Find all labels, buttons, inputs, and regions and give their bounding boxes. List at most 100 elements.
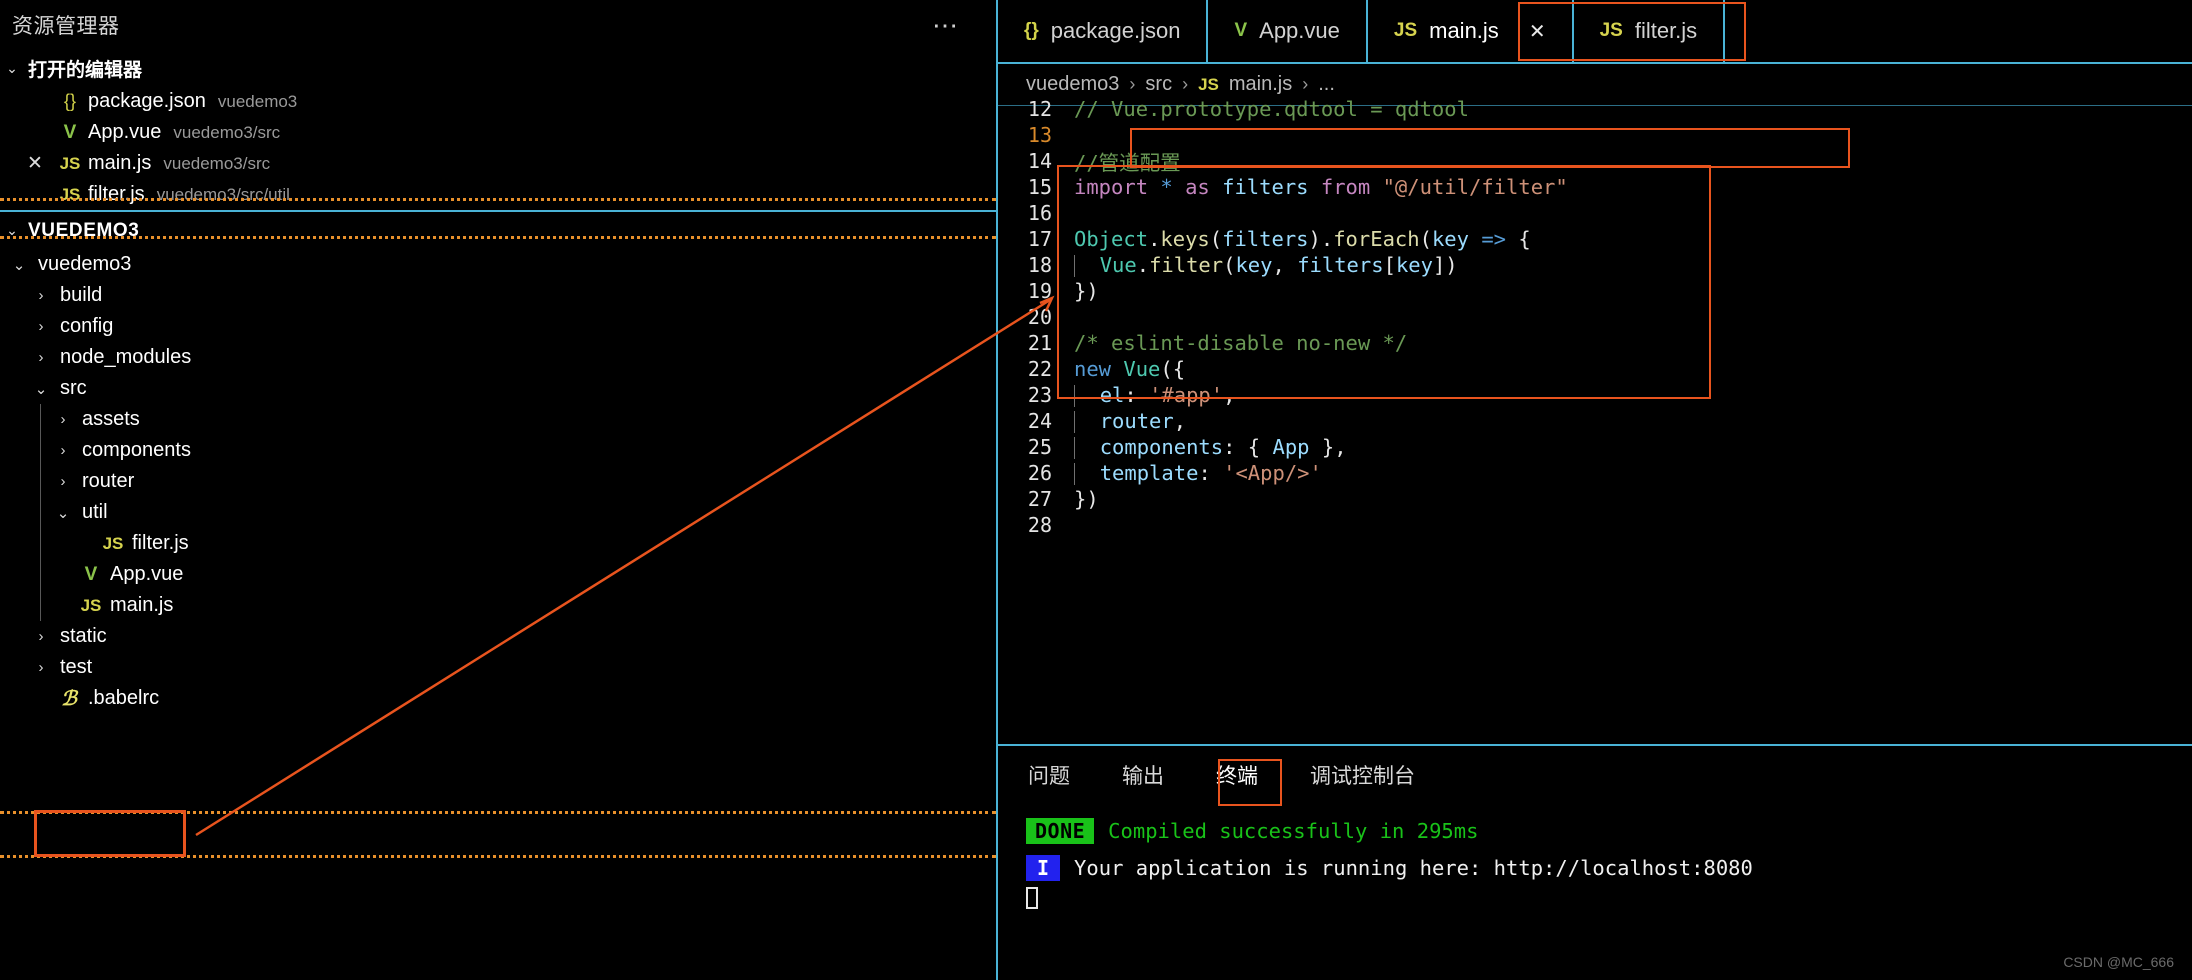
chevron-right-icon[interactable]: › [30,287,52,304]
ellipsis-icon[interactable]: ⋯ [922,12,970,38]
code-line-text: }) [1074,487,1099,511]
breadcrumb-file[interactable]: main.js [1229,73,1292,96]
tree-arrow-placeholder [30,690,52,707]
chevron-right-icon[interactable]: › [52,473,74,490]
code-line-text: import * as filters from "@/util/filter" [1074,175,1568,199]
tree-item-config[interactable]: › config [0,311,996,342]
open-editor-filename: filter.js [88,183,145,205]
code-line: 19}) [998,278,2192,304]
breadcrumb-folder[interactable]: src [1145,73,1172,96]
code-token: => [1481,227,1507,251]
code-token: el [1099,383,1125,407]
close-icon-placeholder [18,91,52,113]
tree-item-label: build [60,284,103,306]
code-line: 25 components: { App }, [998,434,2192,460]
explorer-actions: ⋯ [922,12,970,38]
tree-item-node-modules[interactable]: › node_modules [0,342,996,373]
workspace-name: VUEDEMO3 [28,219,140,241]
code-token: }, [1309,435,1347,459]
indent-guide [40,528,41,559]
panel-tab-调试控制台[interactable]: 调试控制台 [1308,756,1417,794]
open-editor-item[interactable]: {} package.json vuedemo3 [0,86,996,117]
editor-tab-App-vue[interactable]: V App.vue [1208,0,1368,62]
tree-item-main-js[interactable]: JS main.js [0,590,996,621]
terminal-output[interactable]: DONE Compiled successfully in 295ms I Yo… [998,804,2192,909]
code-line: 18 Vue.filter(key, filters[key]) [998,252,2192,278]
indent-guide [40,435,41,466]
chevron-right-icon[interactable]: › [30,659,52,676]
code-line: 20 [998,304,2192,330]
tree-item-label: static [60,625,107,647]
code-editor[interactable]: 12 // Vue.prototype.qdtool = qdtool 13 14 //… [998,96,2192,744]
terminal-prompt-line [1026,887,2192,909]
panel-tab-终端[interactable]: 终端 [1214,756,1260,794]
line-number: 12 [1027,97,1052,121]
code-line: 22 new Vue({ [998,356,2192,382]
chevron-down-icon: ⌄ [6,222,18,238]
chevron-down-icon[interactable]: ⌄ [30,380,52,398]
line-number: 17 [1027,227,1052,251]
workspace-root-header[interactable]: ⌄ VUEDEMO3 [0,212,996,249]
tree-item-router[interactable]: › router [0,466,996,497]
chevron-down-icon[interactable]: ⌄ [8,256,30,274]
line-number: 27 [1027,487,1052,511]
tree-item-static[interactable]: › static [0,621,996,652]
tree-item-vuedemo3[interactable]: ⌄ vuedemo3 [0,249,996,280]
code-line: 14 //管道配置 [998,148,2192,175]
chevron-right-icon[interactable]: › [52,442,74,459]
code-line-text: template: '<App/>' [1074,461,1322,485]
breadcrumb-root[interactable]: vuedemo3 [1026,73,1119,96]
vue-file-icon: V [1234,20,1248,41]
code-token: * [1160,175,1173,199]
tree-item-label: vuedemo3 [38,253,132,275]
explorer-title-bar: 资源管理器 ⋯ [0,0,996,50]
explorer-sidebar: 资源管理器 ⋯ ⌄ 打开的编辑器 {} package.json vuedemo3 … [0,0,996,980]
editor-tab-main-js[interactable]: JS main.js ✕ [1367,0,1574,62]
code-line: 28 [998,512,2192,538]
tree-item-label: components [82,439,191,461]
tree-item-assets[interactable]: › assets [0,404,996,435]
code-token: : { [1223,435,1273,459]
chevron-right-icon[interactable]: › [52,411,74,428]
tree-item--babelrc[interactable]: ℬ .babelrc [0,683,996,714]
open-editor-item[interactable]: ✕ JS main.js vuedemo3/src [0,148,996,179]
chevron-right-icon[interactable]: › [30,349,52,366]
code-token: , [1173,409,1187,433]
tree-item-label: util [82,501,108,523]
chevron-down-icon: ⌄ [6,59,18,76]
chevron-right-icon[interactable]: › [30,318,52,335]
panel-tab-问题[interactable]: 问题 [1026,756,1072,794]
tree-item-label: config [60,315,114,337]
close-icon[interactable]: ✕ [18,152,52,175]
chevron-right-icon[interactable]: › [30,628,52,645]
code-token: new [1074,357,1112,381]
tree-item-label: assets [82,408,140,430]
terminal-line-info: I Your application is running here: http… [1026,848,2192,888]
js-file-icon: JS [59,153,81,173]
chevron-right-icon: › [1302,74,1309,94]
js-file-icon: JS [80,595,102,615]
code-token: '#app' [1149,383,1224,407]
open-editor-item[interactable]: JS filter.js vuedemo3/src/util [0,179,996,210]
close-icon[interactable]: ✕ [1529,19,1546,44]
tree-item-filter-js[interactable]: JS filter.js [0,528,996,559]
panel-tab-list: 问题 输出 终端 调试控制台 [998,746,2192,804]
tree-item-test[interactable]: › test [0,652,996,683]
tree-item-util[interactable]: ⌄ util [0,497,996,528]
tree-item-label: App.vue [110,563,184,585]
open-editor-item[interactable]: V App.vue vuedemo3/src [0,117,996,148]
chevron-down-icon[interactable]: ⌄ [52,504,74,522]
tree-item-src[interactable]: ⌄ src [0,373,996,404]
section-open-editors[interactable]: ⌄ 打开的编辑器 [0,50,996,86]
editor-tab-filter-js[interactable]: JS filter.js [1573,0,1726,62]
breadcrumb-more[interactable]: ... [1318,73,1335,96]
tree-item-app-vue[interactable]: V App.vue [0,559,996,590]
tree-item-build[interactable]: › build [0,280,996,311]
tree-item-components[interactable]: › components [0,435,996,466]
code-token: template [1099,461,1199,485]
editor-tab-package-json[interactable]: {} package.json [998,0,1209,62]
panel-tab-输出[interactable]: 输出 [1120,756,1166,794]
